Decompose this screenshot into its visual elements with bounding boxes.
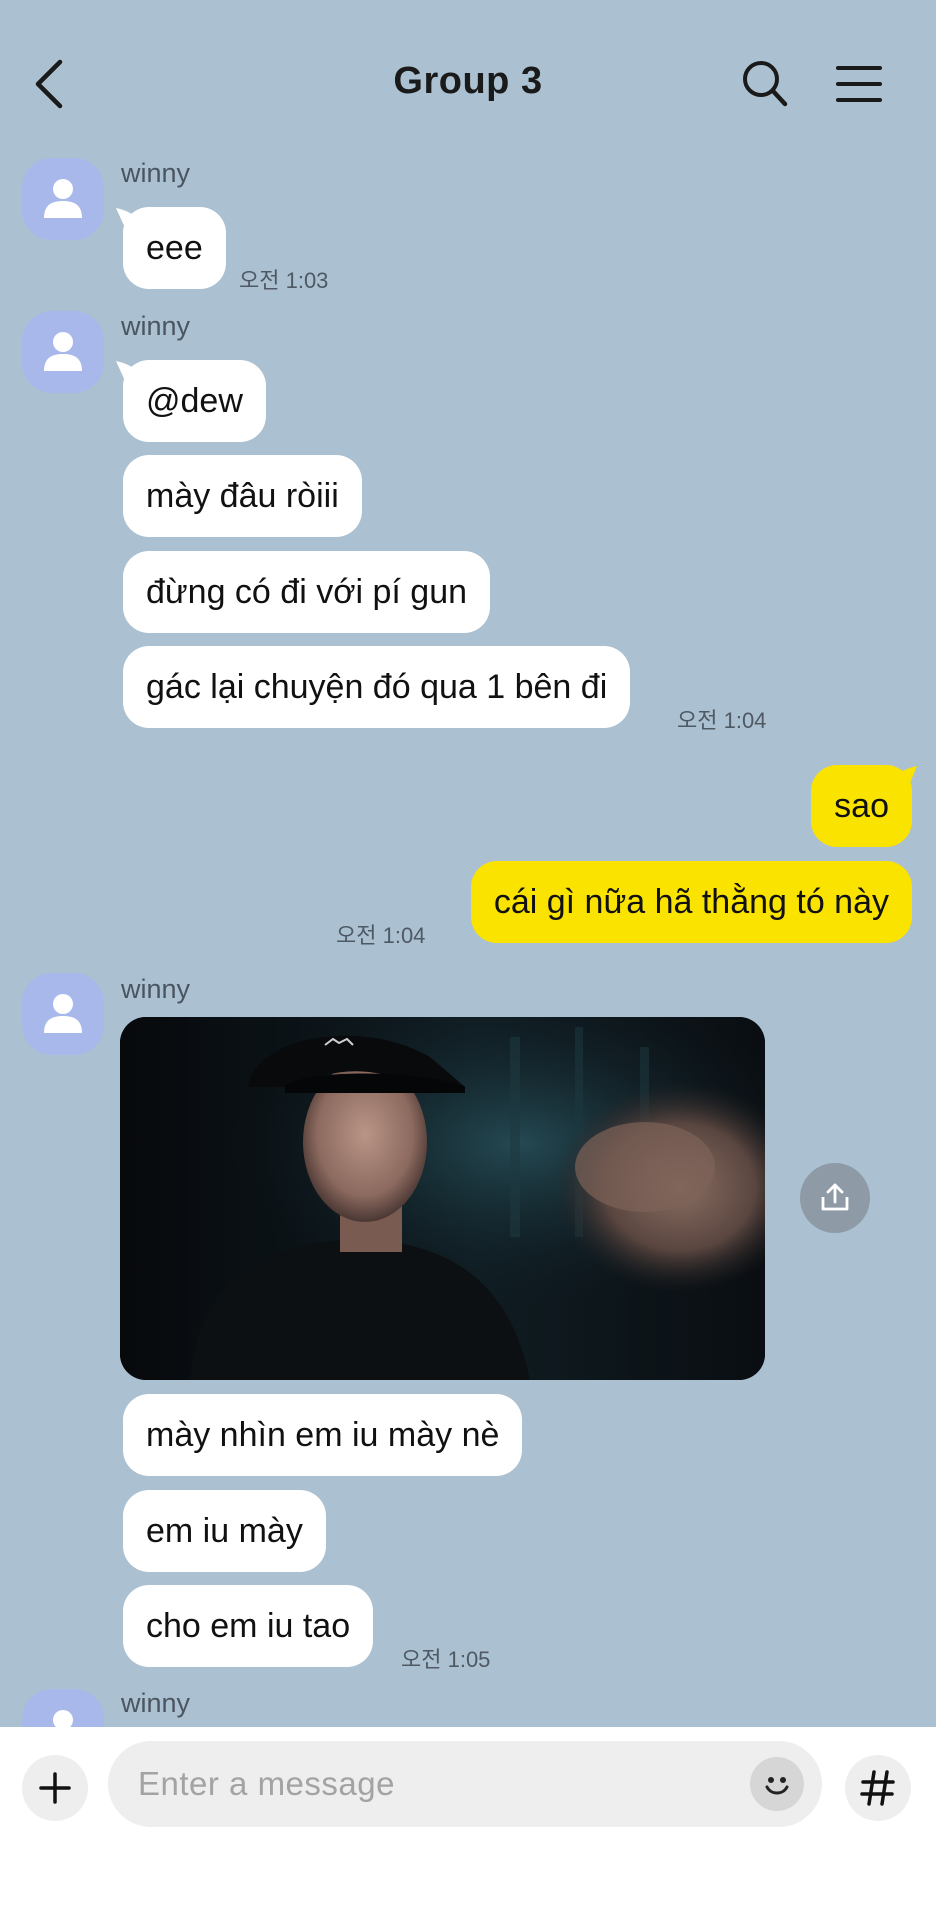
attach-button[interactable] xyxy=(22,1755,88,1821)
person-icon xyxy=(44,179,82,218)
message-bubble[interactable]: cho em iu tao xyxy=(123,1585,374,1667)
message-bubble[interactable]: em iu mày xyxy=(123,1490,326,1572)
share-button[interactable] xyxy=(800,1163,870,1233)
avatar[interactable] xyxy=(22,158,104,240)
message-bubble[interactable]: cái gì nữa hã thằng tó này xyxy=(470,861,912,943)
hashtag-button[interactable] xyxy=(845,1755,911,1821)
chat-header: Group 3 xyxy=(0,0,936,168)
sender-name: winny xyxy=(121,974,191,1004)
menu-button[interactable] xyxy=(834,62,884,106)
message-time: 오전 1:04 xyxy=(336,923,426,948)
shared-photo[interactable] xyxy=(120,1017,765,1380)
message-bubble[interactable]: eee xyxy=(123,207,226,289)
photo-image xyxy=(120,1017,765,1380)
search-icon xyxy=(743,61,788,107)
person-icon xyxy=(44,994,82,1033)
message-bubble[interactable]: đừng có đi với pí gun xyxy=(123,551,491,633)
hashtag-icon xyxy=(860,1770,895,1806)
plus-icon xyxy=(39,1772,71,1804)
message-bubble[interactable]: @dew xyxy=(123,360,266,442)
message-composer xyxy=(0,1727,936,1920)
message-input[interactable] xyxy=(108,1741,822,1827)
sender-name: winny xyxy=(121,158,191,188)
message-time: 오전 1:04 xyxy=(677,708,767,733)
emoji-button[interactable] xyxy=(750,1757,804,1811)
sender-name: winny xyxy=(121,311,191,341)
message-bubble[interactable]: mày nhìn em iu mày nè xyxy=(123,1394,523,1476)
search-button[interactable] xyxy=(740,58,790,110)
avatar[interactable] xyxy=(22,311,104,393)
message-time: 오전 1:05 xyxy=(401,1647,491,1672)
share-icon xyxy=(821,1183,849,1211)
message-bubble[interactable]: sao xyxy=(811,765,912,847)
chat-title: Group 3 xyxy=(393,60,543,102)
message-time: 오전 1:03 xyxy=(239,268,329,293)
message-bubble[interactable]: gác lại chuyện đó qua 1 bên đi xyxy=(123,646,631,728)
person-icon xyxy=(44,332,82,371)
message-bubble[interactable]: mày đâu ròiii xyxy=(123,455,362,537)
avatar[interactable] xyxy=(22,973,104,1055)
emoji-icon xyxy=(765,1777,789,1795)
hamburger-menu-icon xyxy=(836,66,882,102)
sender-name: winny xyxy=(121,1688,191,1718)
